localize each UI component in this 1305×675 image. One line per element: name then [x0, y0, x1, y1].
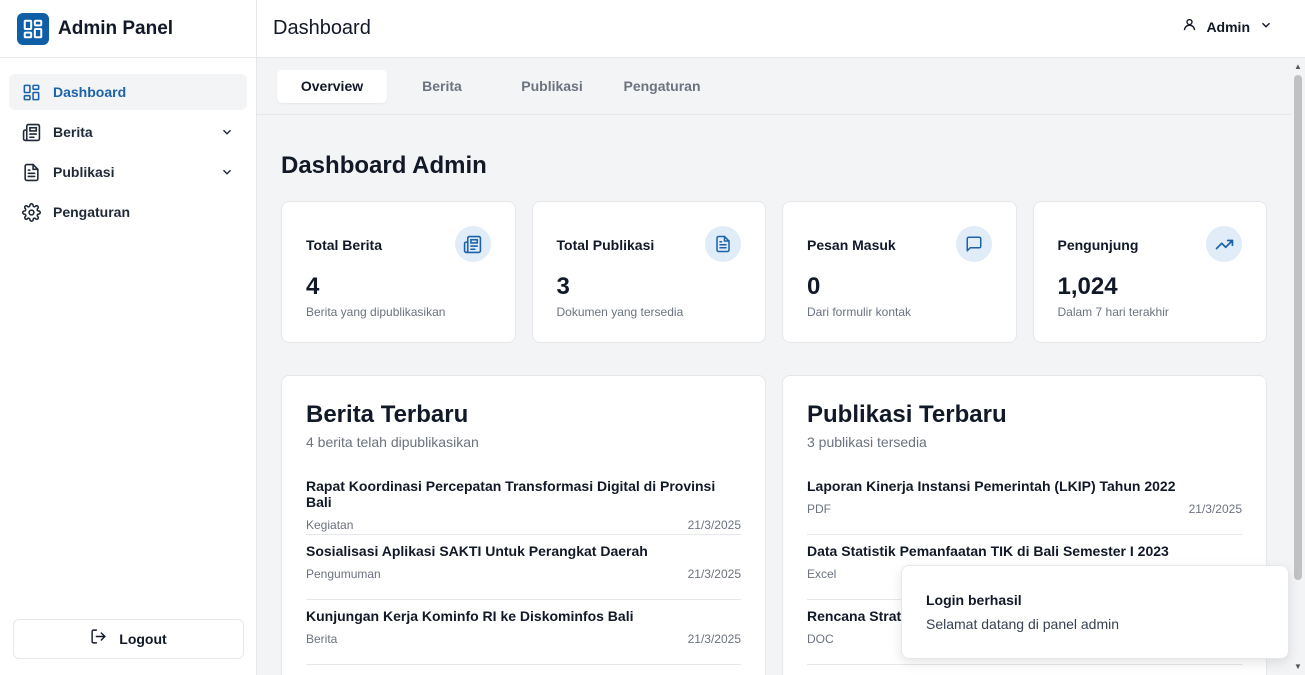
toast-message: Selamat datang di panel admin — [926, 616, 1120, 632]
user-icon — [1182, 17, 1197, 37]
sidebar-item-label: Pengaturan — [53, 204, 131, 220]
dashboard-heading: Dashboard Admin — [281, 152, 487, 179]
berita-terbaru-panel: Berita Terbaru 4 berita telah dipublikas… — [281, 375, 766, 675]
sidebar: Admin Panel Dashboard Berita Publikasi P… — [0, 0, 257, 675]
panel-title: Berita Terbaru — [306, 401, 469, 428]
newspaper-icon — [21, 122, 41, 142]
item-date: 21/3/2025 — [687, 567, 741, 581]
berita-list: Rapat Koordinasi Percepatan Transformasi… — [306, 470, 741, 665]
sidebar-item-label: Dashboard — [53, 84, 127, 100]
settings-gear-icon — [21, 202, 41, 222]
sidebar-item-berita[interactable]: Berita — [9, 114, 247, 150]
item-date: 21/3/2025 — [1188, 502, 1242, 516]
panel-subtitle: 3 publikasi tersedia — [807, 434, 927, 450]
item-title: Laporan Kinerja Instansi Pemerintah (LKI… — [807, 478, 1176, 494]
chevron-down-icon[interactable] — [219, 124, 235, 140]
chevron-down-icon[interactable] — [219, 164, 235, 180]
stat-value: 0 — [807, 273, 821, 300]
sidebar-item-dashboard[interactable]: Dashboard — [9, 74, 247, 110]
stat-desc: Berita yang dipublikasikan — [306, 305, 446, 319]
item-title: Data Statistik Pemanfaatan TIK di Bali S… — [807, 543, 1169, 559]
page-title: Dashboard — [273, 17, 371, 39]
scroll-thumb[interactable] — [1294, 75, 1302, 580]
sidebar-nav: Dashboard Berita Publikasi Pengaturan — [0, 58, 256, 230]
layout-dashboard-icon — [21, 82, 41, 102]
stat-value: 1,024 — [1057, 273, 1118, 300]
sidebar-item-publikasi[interactable]: Publikasi — [9, 154, 247, 190]
brand: Admin Panel — [0, 0, 256, 58]
item-date: 21/3/2025 — [687, 518, 741, 532]
app-title: Admin Panel — [58, 17, 174, 39]
list-item[interactable]: Kunjungan Kerja Kominfo RI ke Diskominfo… — [306, 600, 741, 665]
sidebar-item-label: Publikasi — [53, 164, 115, 180]
sidebar-item-pengaturan[interactable]: Pengaturan — [9, 194, 247, 230]
item-date: 21/3/2025 — [687, 632, 741, 646]
chevron-down-icon — [1259, 18, 1273, 37]
stat-desc: Dalam 7 hari terakhir — [1057, 305, 1169, 319]
stat-card-pesan: Pesan Masuk 0 Dari formulir kontak — [782, 201, 1017, 343]
file-text-icon — [21, 162, 41, 182]
panel-title: Publikasi Terbaru — [807, 401, 1007, 428]
toast-title: Login berhasil — [926, 592, 1022, 608]
item-category: PDF — [807, 502, 831, 516]
file-text-icon — [705, 226, 741, 262]
message-square-icon — [955, 226, 992, 262]
item-category: Berita — [306, 632, 338, 646]
tab-berita[interactable]: Berita — [387, 70, 497, 103]
user-menu[interactable]: Admin — [1182, 17, 1273, 37]
stat-desc: Dokumen yang tersedia — [556, 305, 684, 319]
list-item[interactable]: Laporan Kinerja Instansi Pemerintah (LKI… — [807, 470, 1242, 535]
item-title: Rapat Koordinasi Percepatan Transformasi… — [306, 478, 716, 510]
stat-card-pengunjung: Pengunjung 1,024 Dalam 7 hari terakhir — [1032, 201, 1267, 343]
login-toast[interactable]: Login berhasil Selamat datang di panel a… — [901, 565, 1289, 659]
newspaper-icon — [454, 226, 491, 262]
item-title: Sosialisasi Aplikasi SAKTI Untuk Perangk… — [306, 543, 648, 559]
sidebar-item-label: Berita — [53, 124, 93, 140]
logout-label: Logout — [119, 631, 167, 647]
tab-overview[interactable]: Overview — [277, 69, 387, 103]
tabs-bar: Overview Berita Publikasi Pengaturan — [257, 58, 1291, 115]
item-category: DOC — [807, 632, 834, 646]
stats-row: Total Berita 4 Berita yang dipublikasika… — [281, 201, 1267, 343]
item-category: Excel — [807, 567, 837, 581]
tab-publikasi[interactable]: Publikasi — [497, 70, 607, 103]
list-item[interactable]: Rapat Koordinasi Percepatan Transformasi… — [306, 470, 741, 535]
app-logo-icon — [17, 12, 49, 45]
panel-subtitle: 4 berita telah dipublikasikan — [306, 434, 479, 450]
stat-card-berita: Total Berita 4 Berita yang dipublikasika… — [281, 201, 516, 343]
item-title: Kunjungan Kerja Kominfo RI ke Diskominfo… — [306, 608, 634, 624]
main-scrollbar[interactable]: ▲ ▼ — [1291, 58, 1305, 675]
logout-button[interactable]: Logout — [13, 619, 244, 659]
item-category: Kegiatan — [306, 518, 354, 532]
stat-value: 4 — [306, 273, 320, 300]
top-header: Dashboard Admin — [257, 0, 1305, 58]
list-item[interactable]: Sosialisasi Aplikasi SAKTI Untuk Perangk… — [306, 535, 741, 600]
stat-value: 3 — [556, 273, 570, 300]
scroll-up-arrow-icon[interactable]: ▲ — [1294, 62, 1302, 71]
stat-card-publikasi: Total Publikasi 3 Dokumen yang tersedia — [531, 201, 766, 343]
stat-desc: Dari formulir kontak — [807, 305, 912, 319]
trending-up-icon — [1206, 226, 1242, 262]
user-name: Admin — [1206, 19, 1250, 35]
scroll-down-arrow-icon[interactable]: ▼ — [1294, 662, 1302, 671]
item-category: Pengumuman — [306, 567, 381, 581]
tab-pengaturan[interactable]: Pengaturan — [607, 70, 717, 103]
log-out-icon — [90, 628, 107, 650]
